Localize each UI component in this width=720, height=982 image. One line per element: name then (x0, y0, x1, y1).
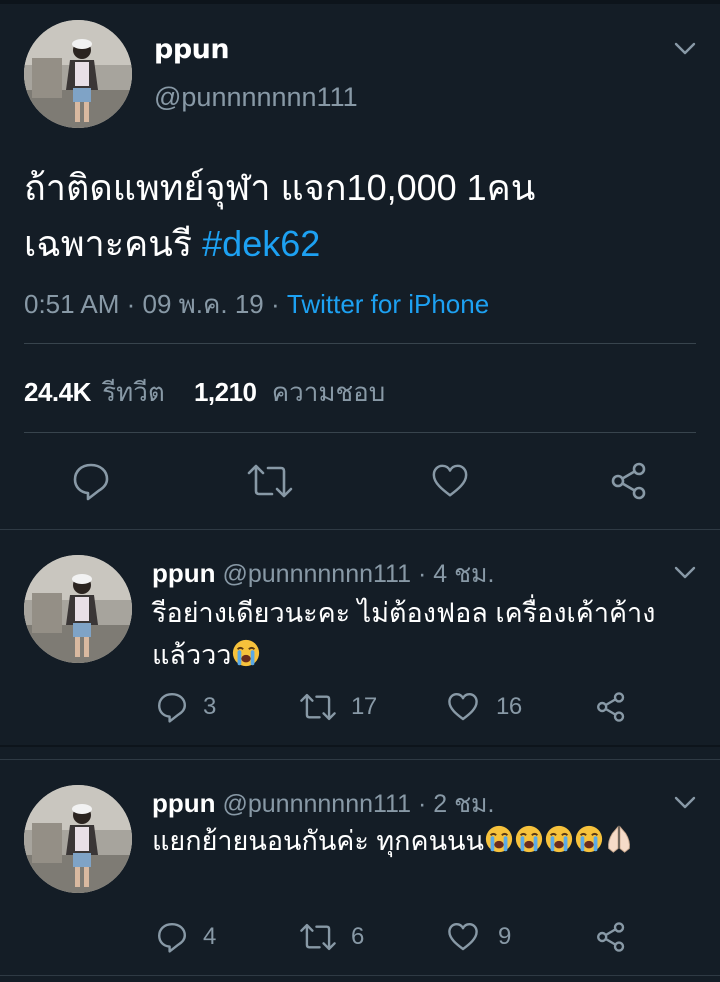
chevron-down-icon[interactable] (674, 566, 696, 580)
section-divider (0, 975, 720, 976)
avatar-photo (24, 555, 132, 663)
divider (24, 343, 696, 344)
display-name[interactable]: ppun (152, 788, 216, 818)
hashtag-link[interactable]: #dek62 (202, 223, 320, 264)
reply-icon[interactable] (71, 461, 111, 501)
tweet-timestamp-row: 0:51 AM · 09 พ.ค. 19 · Twitter for iPhon… (24, 284, 489, 325)
avatar[interactable] (24, 555, 132, 663)
reply-count: 3 (203, 693, 216, 720)
reply-text: แยกย้ายนอนกันค่ะ ทุกคนนน (152, 820, 634, 862)
retweet-icon[interactable] (246, 461, 294, 501)
loudly-crying-face-icon (575, 825, 603, 853)
display-name[interactable]: ppun (154, 34, 230, 65)
retweet-count: 17 (351, 693, 377, 720)
reply-header: ppun @punnnnnnn111 · 2 ชม. (152, 784, 494, 824)
retweet-count[interactable]: 24.4K (24, 377, 91, 407)
tweet-timestamp[interactable]: 0:51 AM · 09 พ.ค. 19 · (24, 289, 287, 319)
loudly-crying-face-icon (485, 825, 513, 853)
reply-icon[interactable] (156, 921, 188, 953)
tweet-stats: 24.4K รีทวีต 1,210 ความชอบ (24, 372, 385, 413)
like-count[interactable]: 1,210 (194, 377, 257, 407)
tweet-text-line-2-body: เฉพาะคนรี (24, 223, 193, 264)
reply-time[interactable]: · 2 ชม. (411, 790, 495, 818)
share-icon[interactable] (595, 921, 627, 953)
retweet-count: 6 (351, 923, 364, 950)
tweet-source-link[interactable]: Twitter for iPhone (287, 289, 489, 319)
retweet-label[interactable]: รีทวีต (102, 377, 165, 407)
section-divider (0, 529, 720, 530)
reply-icon[interactable] (156, 691, 188, 723)
tweet-text: ถ้าติดแพทย์จุฬา แจก10,000 1คน เฉพาะคนรี … (24, 160, 535, 272)
chevron-down-icon[interactable] (674, 42, 696, 56)
reply-text-line-2-body: แล้ววว (152, 640, 232, 670)
like-label[interactable]: ความชอบ (272, 377, 386, 407)
share-icon[interactable] (595, 691, 627, 723)
tweet-text-line-1: ถ้าติดแพทย์จุฬา แจก10,000 1คน (24, 167, 536, 208)
avatar-photo (24, 20, 132, 128)
reply-text-line-1: รีอย่างเดียวนะคะ ไม่ต้องฟอล เครื่องเค้าค… (152, 598, 656, 628)
avatar-photo (24, 785, 132, 893)
top-edge (0, 0, 720, 4)
share-icon[interactable] (609, 461, 649, 501)
chevron-down-icon[interactable] (674, 796, 696, 810)
heart-icon[interactable] (447, 691, 479, 723)
avatar[interactable] (24, 20, 132, 128)
display-name[interactable]: ppun (152, 558, 216, 588)
retweet-icon[interactable] (299, 691, 337, 723)
retweet-icon[interactable] (299, 921, 337, 953)
avatar[interactable] (24, 785, 132, 893)
heart-icon[interactable] (430, 462, 470, 500)
like-count: 16 (496, 693, 522, 720)
heart-icon[interactable] (447, 921, 479, 953)
reply-header: ppun @punnnnnnn111 · 4 ชม. (152, 554, 494, 594)
handle[interactable]: @punnnnnnn111 (222, 790, 411, 818)
reply-text-line-2: แล้ววว (152, 634, 655, 676)
section-divider (0, 745, 720, 747)
folded-hands-icon (608, 825, 630, 853)
tweet-text-line-2: เฉพาะคนรี #dek62 (24, 216, 535, 272)
loudly-crying-face-icon (545, 825, 573, 853)
like-count: 9 (498, 923, 511, 950)
reply-text: รีอย่างเดียวนะคะ ไม่ต้องฟอล เครื่องเค้าค… (152, 592, 655, 676)
divider (24, 432, 696, 433)
reply-time[interactable]: · 4 ชม. (411, 560, 495, 588)
loudly-crying-face-icon (515, 825, 543, 853)
reply-text-line-1: แยกย้ายนอนกันค่ะ ทุกคนนน (152, 826, 484, 856)
section-divider (0, 759, 720, 760)
loudly-crying-face-icon (233, 639, 260, 667)
reply-count: 4 (203, 923, 216, 950)
handle[interactable]: @punnnnnnn111 (222, 560, 411, 588)
handle[interactable]: @punnnnnnn111 (154, 82, 358, 113)
